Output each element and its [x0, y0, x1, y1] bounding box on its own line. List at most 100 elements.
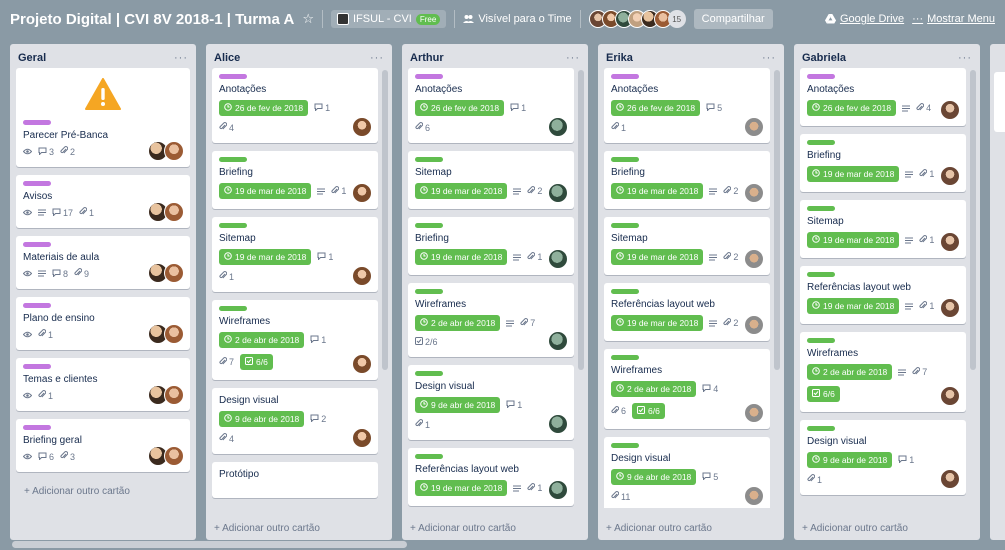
card-label-green[interactable] [219, 306, 247, 311]
card[interactable]: Briefing geral 6 3 [16, 419, 190, 472]
card[interactable]: Anotações 26 de fev de 2018 1 4 [212, 68, 378, 143]
card[interactable]: Parecer Pré-Banca 3 2 [16, 68, 190, 167]
avatar[interactable] [164, 263, 184, 283]
due-date-badge[interactable]: 19 de mar de 2018 [611, 249, 704, 265]
card[interactable]: Anotações 26 de fev de 2018 1 6 [408, 68, 574, 143]
list-title[interactable]: Gabriela [802, 52, 846, 64]
card-members[interactable] [148, 202, 184, 222]
avatar[interactable] [940, 469, 960, 489]
card[interactable]: Briefing 19 de mar de 2018 1 [212, 151, 378, 209]
list-title[interactable]: Geral [18, 52, 46, 64]
list-menu-icon[interactable]: ··· [174, 52, 188, 64]
due-date-badge[interactable]: 2 de abr de 2018 [807, 364, 893, 380]
due-date-badge[interactable]: 2 de abr de 2018 [611, 381, 697, 397]
card[interactable]: Temas e clientes 1 [16, 358, 190, 411]
due-date-badge[interactable]: 26 de fev de 2018 [415, 100, 505, 116]
avatar[interactable] [164, 385, 184, 405]
next-list-partial[interactable] [990, 44, 1005, 540]
add-card-button[interactable]: + Adicionar outro cartão [802, 523, 908, 534]
list-header[interactable]: Erika ··· [598, 44, 784, 68]
due-date-badge[interactable]: 19 de mar de 2018 [611, 183, 704, 199]
card-label-green[interactable] [415, 157, 443, 162]
card-label-green[interactable] [611, 443, 639, 448]
list-scrollbar[interactable] [970, 70, 976, 370]
avatar[interactable] [744, 403, 764, 423]
due-date-badge[interactable]: 19 de mar de 2018 [415, 183, 508, 199]
due-date-badge[interactable]: 26 de fev de 2018 [807, 100, 897, 116]
card[interactable]: Sitemap 19 de mar de 2018 1 [800, 200, 966, 258]
list-scrollbar[interactable] [382, 70, 388, 370]
card-label-green[interactable] [807, 140, 835, 145]
avatar[interactable] [744, 315, 764, 335]
avatar[interactable] [940, 166, 960, 186]
card[interactable]: Anotações 26 de fev de 2018 4 [800, 68, 966, 126]
card-label-green[interactable] [807, 206, 835, 211]
card[interactable]: Referências layout web 19 de mar de 2018 2 [604, 283, 770, 341]
card[interactable]: Wireframes 2 de abr de 2018 7 6/6 [800, 332, 966, 412]
card[interactable]: Sitemap 19 de mar de 2018 1 1 [212, 217, 378, 292]
avatar[interactable] [744, 183, 764, 203]
due-date-badge[interactable]: 19 de mar de 2018 [219, 249, 312, 265]
due-date-badge[interactable]: 2 de abr de 2018 [219, 332, 305, 348]
horizontal-scrollbar[interactable] [12, 541, 407, 548]
board-title[interactable]: Projeto Digital | CVI 8V 2018-1 | Turma … [10, 11, 294, 28]
avatar[interactable] [940, 386, 960, 406]
avatar[interactable] [164, 141, 184, 161]
card[interactable]: Design visual 9 de abr de 2018 1 1 [408, 365, 574, 440]
card[interactable]: Design visual 9 de abr de 2018 1 1 [800, 420, 966, 495]
due-date-badge[interactable]: 9 de abr de 2018 [807, 452, 893, 468]
due-date-badge[interactable]: 19 de mar de 2018 [611, 315, 704, 331]
list-scrollbar[interactable] [578, 70, 584, 370]
card-label-purple[interactable] [415, 74, 443, 79]
avatar[interactable] [352, 117, 372, 137]
list-header[interactable]: Gabriela ··· [794, 44, 980, 68]
card[interactable]: Materiais de aula 8 9 [16, 236, 190, 289]
avatar[interactable] [940, 100, 960, 120]
card-members[interactable] [148, 324, 184, 344]
avatar[interactable] [744, 486, 764, 506]
card-label-purple[interactable] [219, 74, 247, 79]
card-label-green[interactable] [219, 157, 247, 162]
add-card-button[interactable]: + Adicionar outro cartão [214, 523, 320, 534]
add-card-button[interactable]: + Adicionar outro cartão [410, 523, 516, 534]
card[interactable]: Wireframes 2 de abr de 2018 4 6 6/6 [604, 349, 770, 429]
list-title[interactable]: Alice [214, 52, 240, 64]
card[interactable]: Referências layout web 19 de mar de 2018 1 [800, 266, 966, 324]
card-label-green[interactable] [611, 157, 639, 162]
avatar[interactable] [548, 331, 568, 351]
list-header[interactable]: Alice ··· [206, 44, 392, 68]
list-scrollbar[interactable] [774, 70, 780, 370]
card-label-green[interactable] [807, 426, 835, 431]
list-title[interactable]: Erika [606, 52, 633, 64]
due-date-badge[interactable]: 19 de mar de 2018 [415, 480, 508, 496]
card[interactable]: Referências layout web 19 de mar de 2018 1 [408, 448, 574, 506]
star-icon[interactable]: ☆ [302, 11, 314, 27]
card[interactable]: Avisos 17 1 [16, 175, 190, 228]
list-menu-icon[interactable]: ··· [370, 52, 384, 64]
card-label-green[interactable] [807, 272, 835, 277]
avatar[interactable] [744, 117, 764, 137]
avatar[interactable] [940, 232, 960, 252]
avatar[interactable] [548, 480, 568, 500]
avatar[interactable] [548, 249, 568, 269]
card-label-green[interactable] [415, 371, 443, 376]
avatar[interactable] [940, 298, 960, 318]
due-date-badge[interactable]: 19 de mar de 2018 [807, 298, 900, 314]
add-card-button[interactable]: + Adicionar outro cartão [16, 480, 190, 505]
due-date-badge[interactable]: 9 de abr de 2018 [611, 469, 697, 485]
card-label-green[interactable] [415, 454, 443, 459]
due-date-badge[interactable]: 26 de fev de 2018 [611, 100, 701, 116]
card-label-green[interactable] [219, 223, 247, 228]
due-date-badge[interactable]: 19 de mar de 2018 [219, 183, 312, 199]
add-card-button[interactable]: + Adicionar outro cartão [606, 523, 712, 534]
avatar[interactable] [548, 183, 568, 203]
list-title[interactable]: Arthur [410, 52, 444, 64]
card[interactable] [994, 72, 1005, 132]
card-label-purple[interactable] [23, 303, 51, 308]
card-label-purple[interactable] [807, 74, 835, 79]
avatar[interactable] [744, 249, 764, 269]
avatar[interactable] [548, 117, 568, 137]
list-menu-icon[interactable]: ··· [762, 52, 776, 64]
card-label-purple[interactable] [23, 181, 51, 186]
card[interactable]: Wireframes 2 de abr de 2018 7 2/6 [408, 283, 574, 357]
